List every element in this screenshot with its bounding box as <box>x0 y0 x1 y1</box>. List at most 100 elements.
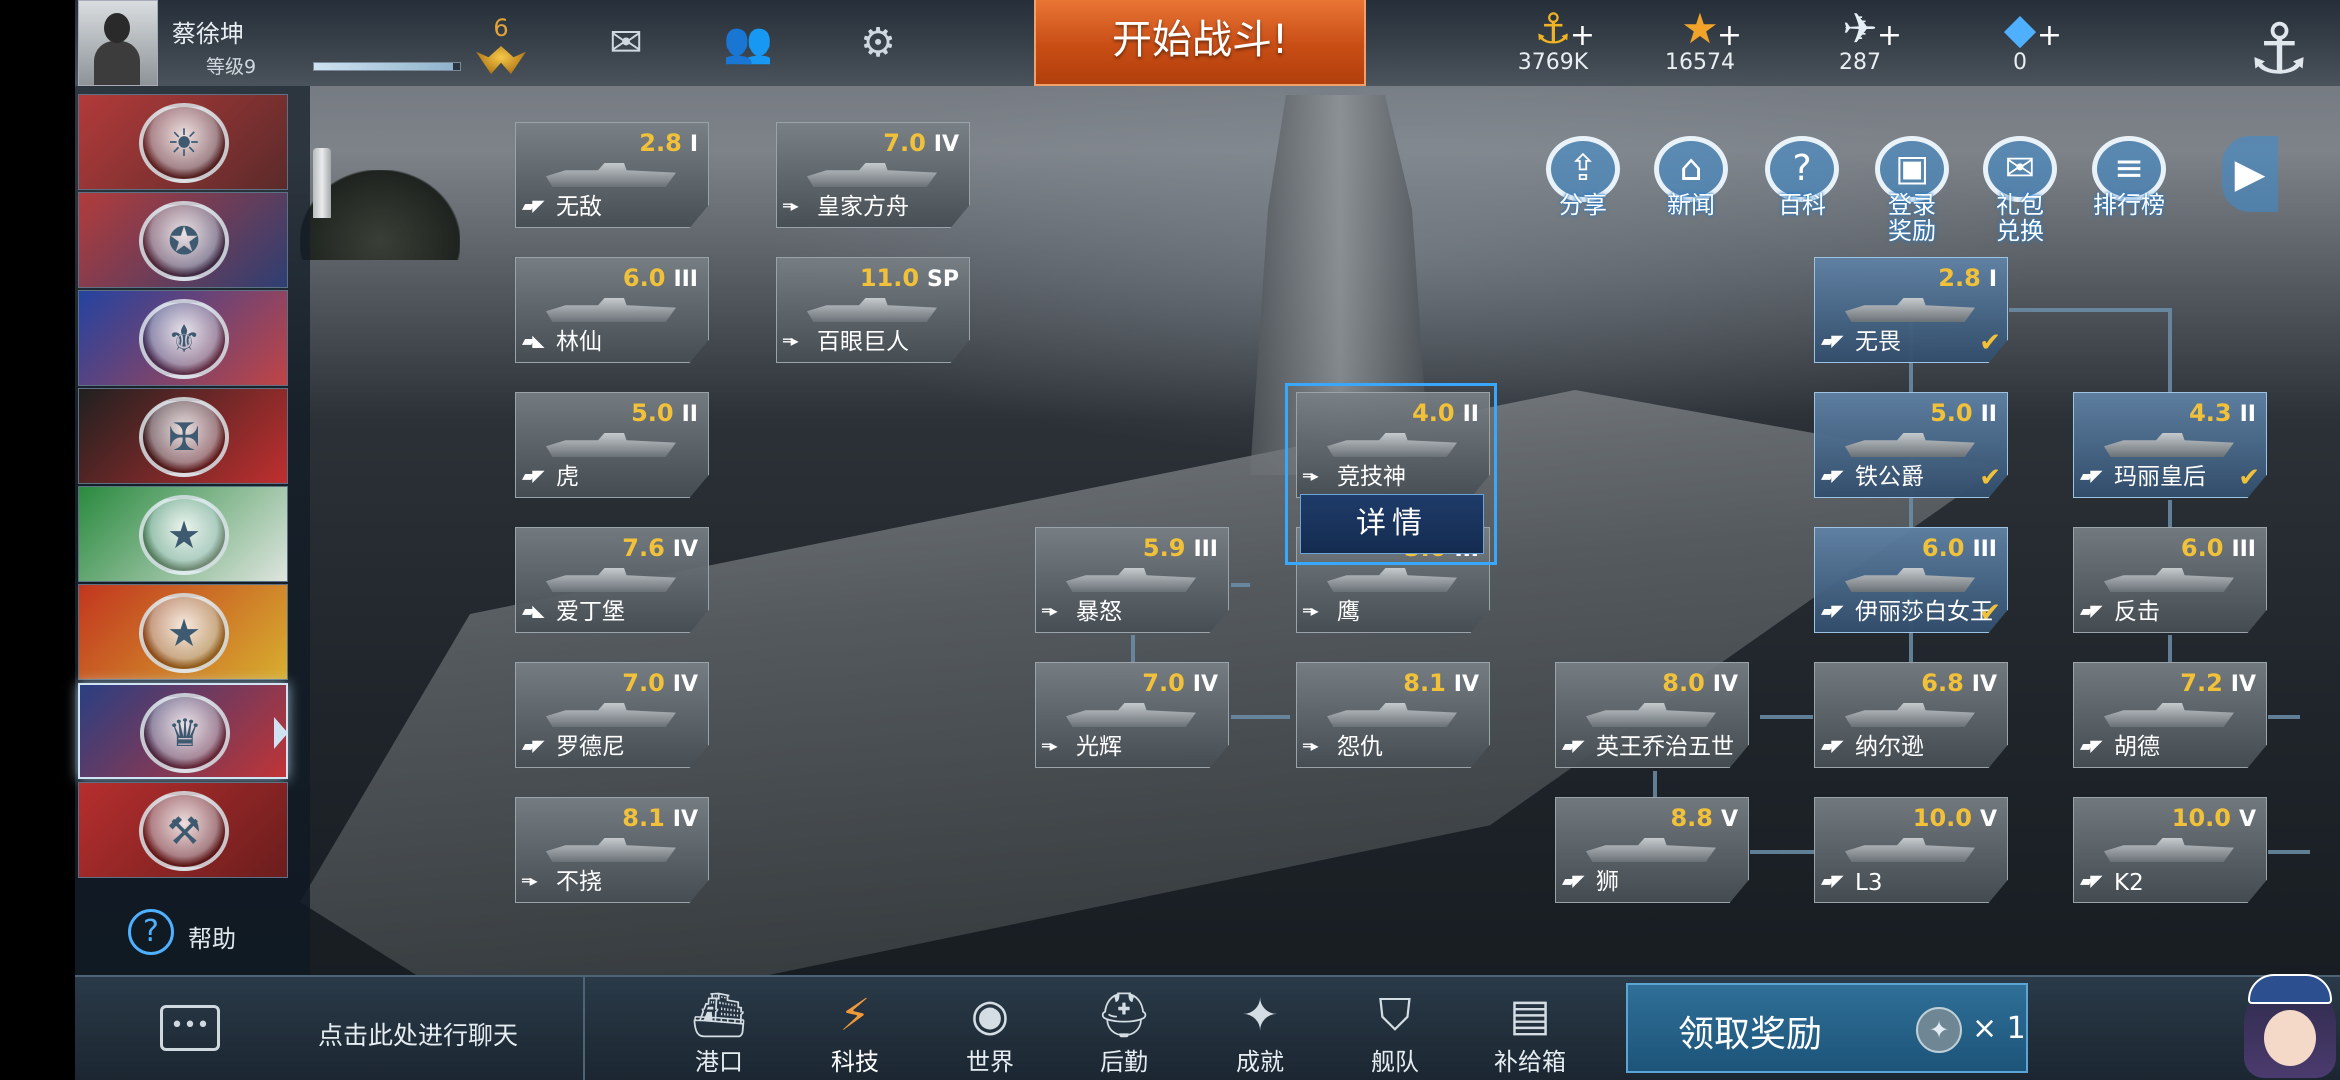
feature-ranking[interactable]: ≡ 排行榜 <box>2089 136 2169 236</box>
ship-card[interactable]: 8.1 IV ═▸ 怨仇 <box>1296 662 1490 768</box>
ship-card[interactable]: 4.3 II ▰◤ 玛丽皇后 ✔ <box>2073 392 2267 498</box>
nation-tab-china[interactable]: ★ <box>78 584 288 680</box>
ship-tier: 6.0 III <box>622 264 698 292</box>
feature-label: 登录 奖励 <box>1888 191 1936 245</box>
ship-class-icon: ▰◣ <box>522 601 545 620</box>
logistics-icon: ⛑ <box>1096 990 1152 1041</box>
ship-details-button[interactable]: 详情 <box>1300 494 1484 554</box>
ship-card[interactable]: 5.0 II ▰◤ 虎 <box>515 392 709 498</box>
ship-silhouette <box>2104 568 2234 592</box>
supply-box-icon: ▤ <box>1509 990 1551 1041</box>
ship-card[interactable]: 7.6 IV ▰◣ 爱丁堡 <box>515 527 709 633</box>
feature-share[interactable]: ⇪ 分享 <box>1543 136 1623 236</box>
add-star-icon[interactable]: + <box>1717 18 1742 53</box>
add-gold-icon[interactable]: + <box>1570 18 1595 53</box>
ship-silhouette <box>1845 298 1975 322</box>
resource-star[interactable]: ★ + 16574 <box>1640 0 1760 86</box>
add-wing-icon[interactable]: + <box>1877 18 1902 53</box>
nav-world[interactable]: ◉ 世界 <box>940 990 1040 1080</box>
rank-badge[interactable]: 6 <box>470 10 532 76</box>
ship-class-icon: ▰◤ <box>1821 466 1844 485</box>
ship-card[interactable]: 8.8 V ▰◤ 狮 <box>1555 797 1749 903</box>
ship-silhouette <box>1066 568 1196 592</box>
nav-supply-box[interactable]: ▤ 补给箱 <box>1480 990 1580 1080</box>
resource-gold[interactable]: ⚓ + 3769K <box>1493 0 1613 86</box>
nation-tab-usa[interactable]: ✪ <box>78 192 288 288</box>
feature-news[interactable]: ⌂ 新闻 <box>1651 136 1731 236</box>
reward-count: × 1 <box>1972 1011 2026 1046</box>
help-button[interactable]: ? 帮助 <box>128 905 258 959</box>
ship-card[interactable]: 8.0 IV ▰◤ 英王乔治五世 <box>1555 662 1749 768</box>
nation-tab-uk[interactable]: ♛ <box>78 683 288 779</box>
ship-card[interactable]: 2.8 I ▰◤ 无敌 <box>515 122 709 228</box>
player-avatar[interactable] <box>78 0 158 86</box>
nation-tab-soviet[interactable]: ⚒ <box>78 782 288 878</box>
nav-tech[interactable]: ⚡ 科技 <box>805 990 905 1080</box>
resource-diamond[interactable]: ◆ + 0 <box>1960 0 2080 86</box>
add-diamond-icon[interactable]: + <box>2037 18 2062 53</box>
chat-placeholder[interactable]: 点击此处进行聊天 <box>318 1016 518 1052</box>
ship-card[interactable]: 6.0 III ▰◣ 林仙 <box>515 257 709 363</box>
ship-rank-roman: V <box>1720 807 1738 832</box>
ship-class-icon: ▰◤ <box>522 736 545 755</box>
chat-bubble-icon[interactable]: ••• <box>160 1005 220 1051</box>
nav-fleet[interactable]: ⛉ 舰队 <box>1345 990 1445 1080</box>
ship-class-icon: ═▸ <box>1303 736 1319 755</box>
ship-card[interactable]: 7.2 IV ▰◤ 胡德 <box>2073 662 2267 768</box>
ship-silhouette <box>807 298 937 322</box>
nav-label: 科技 <box>831 1048 879 1076</box>
screen-edge <box>0 0 75 1080</box>
claim-reward-button[interactable]: 领取奖励 ✦ × 1 <box>1626 983 2028 1073</box>
ship-card[interactable]: 6.8 IV ▰◤ 纳尔逊 <box>1814 662 2008 768</box>
ship-tier: 6.0 III <box>2180 534 2256 562</box>
nav-label: 补给箱 <box>1494 1048 1566 1076</box>
ship-card[interactable]: 6.0 III ▰◤ 伊丽莎白女王 ✔ <box>1814 527 2008 633</box>
expand-arrow-icon[interactable]: ▶ <box>2222 136 2278 212</box>
friends-icon[interactable]: 👥 <box>720 20 776 66</box>
ship-card[interactable]: 7.0 IV ▰◤ 罗德尼 <box>515 662 709 768</box>
anchor-menu-icon[interactable]: ⚓ <box>2236 6 2322 92</box>
settings-gear-icon[interactable]: ⚙ <box>850 20 906 66</box>
ship-class-icon: ▰◤ <box>2080 736 2103 755</box>
nav-logistics[interactable]: ⛑ 后勤 <box>1074 990 1174 1080</box>
ship-name: 鹰 <box>1337 599 1360 625</box>
ship-class-icon: ▰◤ <box>2080 601 2103 620</box>
ship-card[interactable]: 6.0 III ▰◤ 反击 <box>2073 527 2267 633</box>
feature-gift-exchange[interactable]: ✉ 礼包 兑换 <box>1980 136 2060 244</box>
ship-name: K2 <box>2114 870 2144 896</box>
ship-rank-roman: I <box>1988 267 1997 292</box>
player-level: 等级9 <box>206 56 257 78</box>
ship-card[interactable]: 10.0 V ▰◤ K2 <box>2073 797 2267 903</box>
ship-card[interactable]: 8.1 IV ═▸ 不挠 <box>515 797 709 903</box>
ship-class-icon: ▰◣ <box>522 331 545 350</box>
nav-achievement[interactable]: ✦ 成就 <box>1210 990 1310 1080</box>
ship-silhouette <box>546 433 676 457</box>
ship-card[interactable]: 10.0 V ▰◤ L3 <box>1814 797 2008 903</box>
feature-login-reward[interactable]: ▣ 登录 奖励 <box>1872 136 1952 244</box>
ship-rank-roman: IV <box>1712 672 1738 697</box>
ship-card[interactable]: 2.8 I ▰◤ 无畏 ✔ <box>1814 257 2008 363</box>
ship-card[interactable]: 5.0 II ▰◤ 铁公爵 ✔ <box>1814 392 2008 498</box>
nav-harbor[interactable]: ⛴ 港口 <box>669 990 769 1080</box>
ship-silhouette <box>1845 838 1975 862</box>
ship-card[interactable]: 7.0 IV ═▸ 光辉 <box>1035 662 1229 768</box>
ship-silhouette <box>1845 703 1975 727</box>
feature-encyclopedia[interactable]: ? 百科 <box>1762 136 1842 236</box>
nation-emblem-icon: ★ <box>139 593 229 673</box>
ship-card[interactable]: 5.9 III ═▸ 暴怒 <box>1035 527 1229 633</box>
nation-tab-france[interactable]: ⚜ <box>78 290 288 386</box>
ship-card[interactable]: 11.0 SP ═▸ 百眼巨人 <box>776 257 970 363</box>
start-battle-button[interactable]: 开始战斗! <box>1034 0 1366 86</box>
ship-rank-roman: III <box>2231 537 2256 562</box>
nation-tab-japan[interactable]: ☀ <box>78 94 288 190</box>
resource-wing[interactable]: ✈ + 287 <box>1800 0 1920 86</box>
ship-class-icon: ═▸ <box>783 331 799 350</box>
ship-card[interactable]: 7.0 IV ═▸ 皇家方舟 <box>776 122 970 228</box>
ship-tier: 8.0 IV <box>1662 669 1738 697</box>
nation-tab-italy[interactable]: ★ <box>78 486 288 582</box>
nation-tab-germany[interactable]: ✠ <box>78 388 288 484</box>
ship-silhouette <box>546 568 676 592</box>
ship-class-icon: ▰◤ <box>1821 736 1844 755</box>
mail-icon[interactable]: ✉ <box>598 20 654 66</box>
assistant-avatar[interactable] <box>2238 972 2340 1080</box>
